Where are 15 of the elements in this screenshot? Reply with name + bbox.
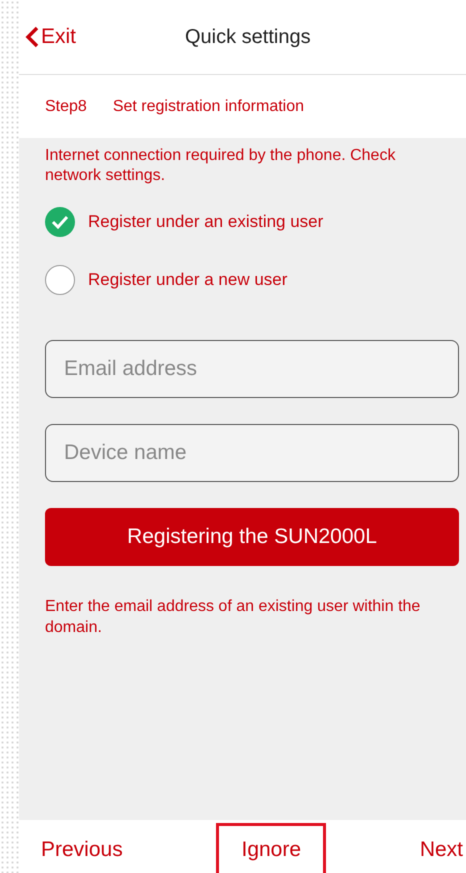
exit-button[interactable]: Exit — [19, 25, 76, 49]
footer-button[interactable]: Ignore — [216, 823, 326, 873]
step-title: Set registration information — [112, 98, 304, 116]
footer-button[interactable]: Previous — [38, 823, 126, 873]
step-number: Step8 — [45, 98, 87, 116]
footer-button[interactable]: Next — [416, 823, 466, 873]
back-chevron-icon — [25, 26, 39, 48]
input-field[interactable]: Email address — [45, 340, 459, 398]
screen-title: Quick settings — [185, 26, 311, 48]
network-notice: Internet connection required by the phone. Check network settings. — [45, 146, 396, 186]
email-hint: Enter the email address of an existing user within the domain. — [45, 597, 422, 638]
input-field[interactable]: Device name — [45, 424, 459, 482]
registration-option[interactable]: Register under a new user — [45, 258, 466, 302]
register-button[interactable]: Registering the SUN2000L — [45, 508, 459, 566]
registration-option[interactable]: Register under an existing user — [45, 200, 466, 244]
